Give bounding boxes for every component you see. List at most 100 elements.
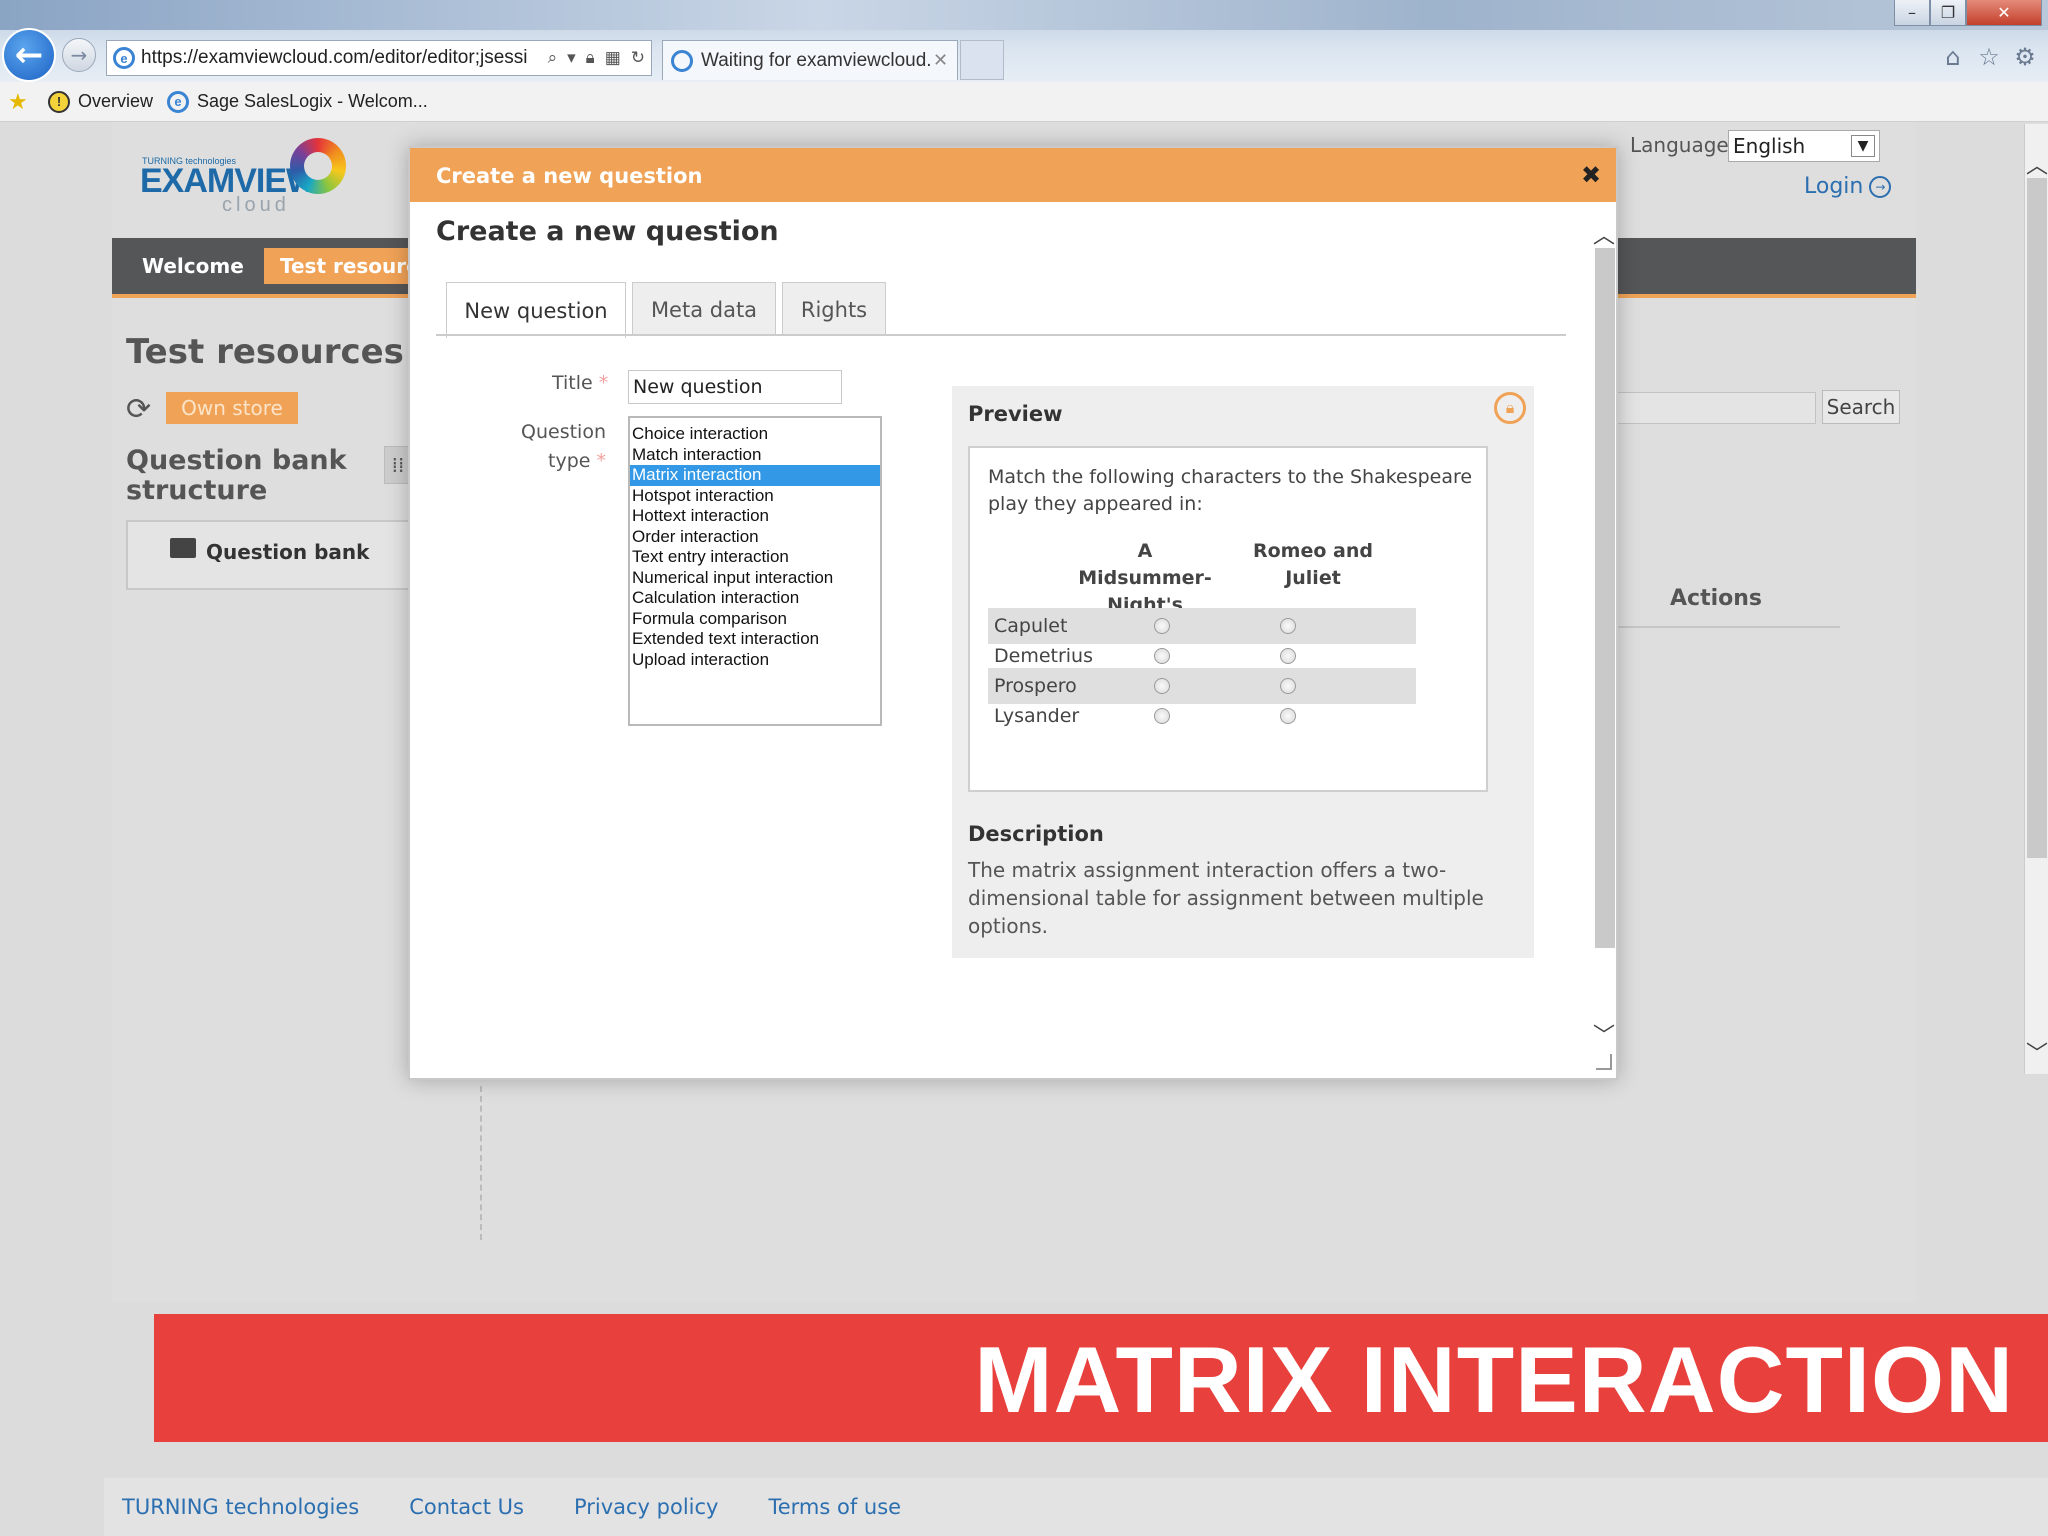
radio-button[interactable] bbox=[1280, 648, 1296, 664]
description-title: Description bbox=[968, 822, 1104, 846]
dialog-header[interactable]: Create a new question bbox=[410, 148, 1616, 202]
sage-favicon: e bbox=[167, 90, 190, 113]
close-icon[interactable]: ✖ bbox=[1576, 160, 1606, 190]
preview-title: Preview bbox=[968, 402, 1063, 426]
own-store-button[interactable]: Own store bbox=[166, 392, 298, 424]
back-button[interactable]: ← bbox=[2, 28, 56, 82]
language-value: English bbox=[1733, 134, 1806, 158]
radio-button[interactable] bbox=[1154, 618, 1170, 634]
window-titlebar bbox=[0, 0, 2048, 30]
compatibility-icon[interactable]: ▦ bbox=[605, 48, 621, 68]
footer-link-terms[interactable]: Terms of use bbox=[768, 1495, 901, 1519]
page-title: Test resources bbox=[126, 332, 404, 372]
favorite-sage-saleslogix[interactable]: Sage SalesLogix - Welcom... bbox=[197, 91, 428, 112]
question-type-listbox[interactable]: Choice interaction Match interaction Mat… bbox=[628, 416, 882, 726]
tab-meta-data[interactable]: Meta data bbox=[632, 282, 776, 336]
favorites-star-icon[interactable]: ☆ bbox=[1974, 42, 2004, 72]
radio-button[interactable] bbox=[1154, 708, 1170, 724]
radio-button[interactable] bbox=[1280, 678, 1296, 694]
login-arrow-icon: → bbox=[1869, 175, 1892, 198]
scroll-up-icon[interactable]: ︿ bbox=[2025, 148, 2048, 180]
search-icon[interactable]: ⌕ bbox=[548, 48, 558, 68]
footer-link-turning[interactable]: TURNING technologies bbox=[122, 1495, 359, 1519]
option-extended-text-interaction[interactable]: Extended text interaction bbox=[630, 629, 880, 650]
preview-card: Match the following characters to the Sh… bbox=[968, 446, 1488, 792]
restore-button[interactable]: ❐ bbox=[1930, 0, 1966, 26]
chevron-down-icon: ▼ bbox=[1851, 135, 1875, 157]
footer-link-privacy[interactable]: Privacy policy bbox=[574, 1495, 719, 1519]
chevron-up-icon[interactable]: ︿ bbox=[1592, 218, 1616, 250]
dropdown-arrow-icon[interactable]: ▾ bbox=[567, 48, 576, 68]
tree-node-question-bank[interactable]: Question bank bbox=[206, 540, 369, 564]
footer-link-contact[interactable]: Contact Us bbox=[409, 1495, 524, 1519]
tabs-divider bbox=[436, 334, 1566, 336]
refresh-icon[interactable]: ↻ bbox=[631, 48, 645, 68]
tab-new-question[interactable]: New question bbox=[446, 282, 626, 338]
radio-button[interactable] bbox=[1280, 708, 1296, 724]
create-question-dialog: Create a new question ✖ Create a new que… bbox=[408, 146, 1618, 1080]
preview-panel: Preview 🔒︎ Match the following character… bbox=[952, 386, 1534, 958]
required-marker: * bbox=[598, 372, 609, 394]
examview-logo[interactable]: TURNING technologies EXAMVIEW cloud bbox=[140, 136, 350, 216]
matrix-row-label: Lysander bbox=[994, 705, 1080, 727]
page-scrollbar[interactable]: ︿ ﹀ bbox=[2024, 124, 2048, 1074]
title-banner: MATRIX INTERACTION bbox=[154, 1314, 2048, 1442]
matrix-row-label: Demetrius bbox=[994, 645, 1093, 667]
nav-test-resources[interactable]: Test resources bbox=[264, 248, 424, 284]
address-bar[interactable]: e https://examviewcloud.com/editor/edito… bbox=[106, 40, 652, 76]
home-icon[interactable]: ⌂ bbox=[1938, 42, 1968, 72]
option-hotspot-interaction[interactable]: Hotspot interaction bbox=[630, 486, 880, 507]
favorites-bar: ★ ! Overview e Sage SalesLogix - Welcom.… bbox=[0, 82, 2048, 122]
dialog-title: Create a new question bbox=[436, 216, 779, 247]
scrollbar-thumb[interactable] bbox=[2027, 178, 2047, 858]
window-close-button[interactable]: ✕ bbox=[1966, 0, 2042, 26]
add-favorites-star-icon[interactable]: ★ bbox=[8, 89, 34, 115]
radio-button[interactable] bbox=[1280, 618, 1296, 634]
title-label: Title * bbox=[552, 372, 608, 394]
option-hottext-interaction[interactable]: Hottext interaction bbox=[630, 506, 880, 527]
language-select[interactable]: English ▼ bbox=[1728, 130, 1880, 162]
radio-button[interactable] bbox=[1154, 678, 1170, 694]
favorite-overview[interactable]: Overview bbox=[78, 91, 153, 112]
matrix-row-label: Prospero bbox=[994, 675, 1077, 697]
divider bbox=[1616, 626, 1840, 628]
forward-button[interactable]: → bbox=[62, 38, 96, 72]
question-prompt: Match the following characters to the Sh… bbox=[988, 466, 1473, 515]
dotted-divider bbox=[480, 1086, 482, 1240]
search-button[interactable]: Search bbox=[1822, 390, 1900, 424]
tab-rights[interactable]: Rights bbox=[782, 282, 886, 336]
login-link[interactable]: Login → bbox=[1804, 174, 1892, 199]
resize-grip-icon[interactable] bbox=[1596, 1054, 1612, 1070]
option-numerical-input-interaction[interactable]: Numerical input interaction bbox=[630, 568, 880, 589]
lock-icon[interactable]: 🔒︎ bbox=[1494, 392, 1526, 424]
search-input[interactable] bbox=[1616, 392, 1816, 424]
option-text-entry-interaction[interactable]: Text entry interaction bbox=[630, 547, 880, 568]
scroll-down-icon[interactable]: ﹀ bbox=[2025, 1036, 2048, 1068]
dialog-scrollbar-thumb[interactable] bbox=[1595, 248, 1615, 948]
refresh-icon[interactable]: ⟳ bbox=[126, 392, 151, 427]
description-text: The matrix assignment interaction offers… bbox=[968, 858, 1484, 938]
option-choice-interaction[interactable]: Choice interaction bbox=[630, 424, 880, 445]
lock-icon[interactable]: 🔒︎ bbox=[586, 48, 595, 68]
option-matrix-interaction[interactable]: Matrix interaction bbox=[630, 465, 880, 486]
option-formula-comparison[interactable]: Formula comparison bbox=[630, 609, 880, 630]
title-input[interactable]: New question bbox=[628, 370, 842, 404]
tab-title: Waiting for examviewcloud... bbox=[701, 49, 933, 71]
new-tab-button[interactable] bbox=[960, 40, 1004, 80]
option-calculation-interaction[interactable]: Calculation interaction bbox=[630, 588, 880, 609]
nav-welcome[interactable]: Welcome bbox=[142, 254, 244, 278]
chevron-down-icon[interactable]: ﹀ bbox=[1592, 1018, 1616, 1050]
option-order-interaction[interactable]: Order interaction bbox=[630, 527, 880, 548]
option-upload-interaction[interactable]: Upload interaction bbox=[630, 650, 880, 671]
radio-button[interactable] bbox=[1154, 648, 1170, 664]
question-bank-structure-title: Question bank structure bbox=[126, 445, 347, 506]
tab-close-icon[interactable]: ✕ bbox=[933, 50, 957, 71]
gear-icon[interactable]: ⚙ bbox=[2010, 42, 2040, 72]
browser-tab[interactable]: Waiting for examviewcloud... ✕ bbox=[662, 40, 958, 80]
tab-favicon bbox=[671, 49, 693, 72]
ie-page-icon: e bbox=[113, 47, 135, 69]
option-match-interaction[interactable]: Match interaction bbox=[630, 445, 880, 466]
logo-sub: cloud bbox=[222, 194, 290, 216]
minimize-button[interactable]: – bbox=[1894, 0, 1930, 26]
dialog-scrollbar[interactable]: ︿ ﹀ bbox=[1592, 218, 1616, 1078]
